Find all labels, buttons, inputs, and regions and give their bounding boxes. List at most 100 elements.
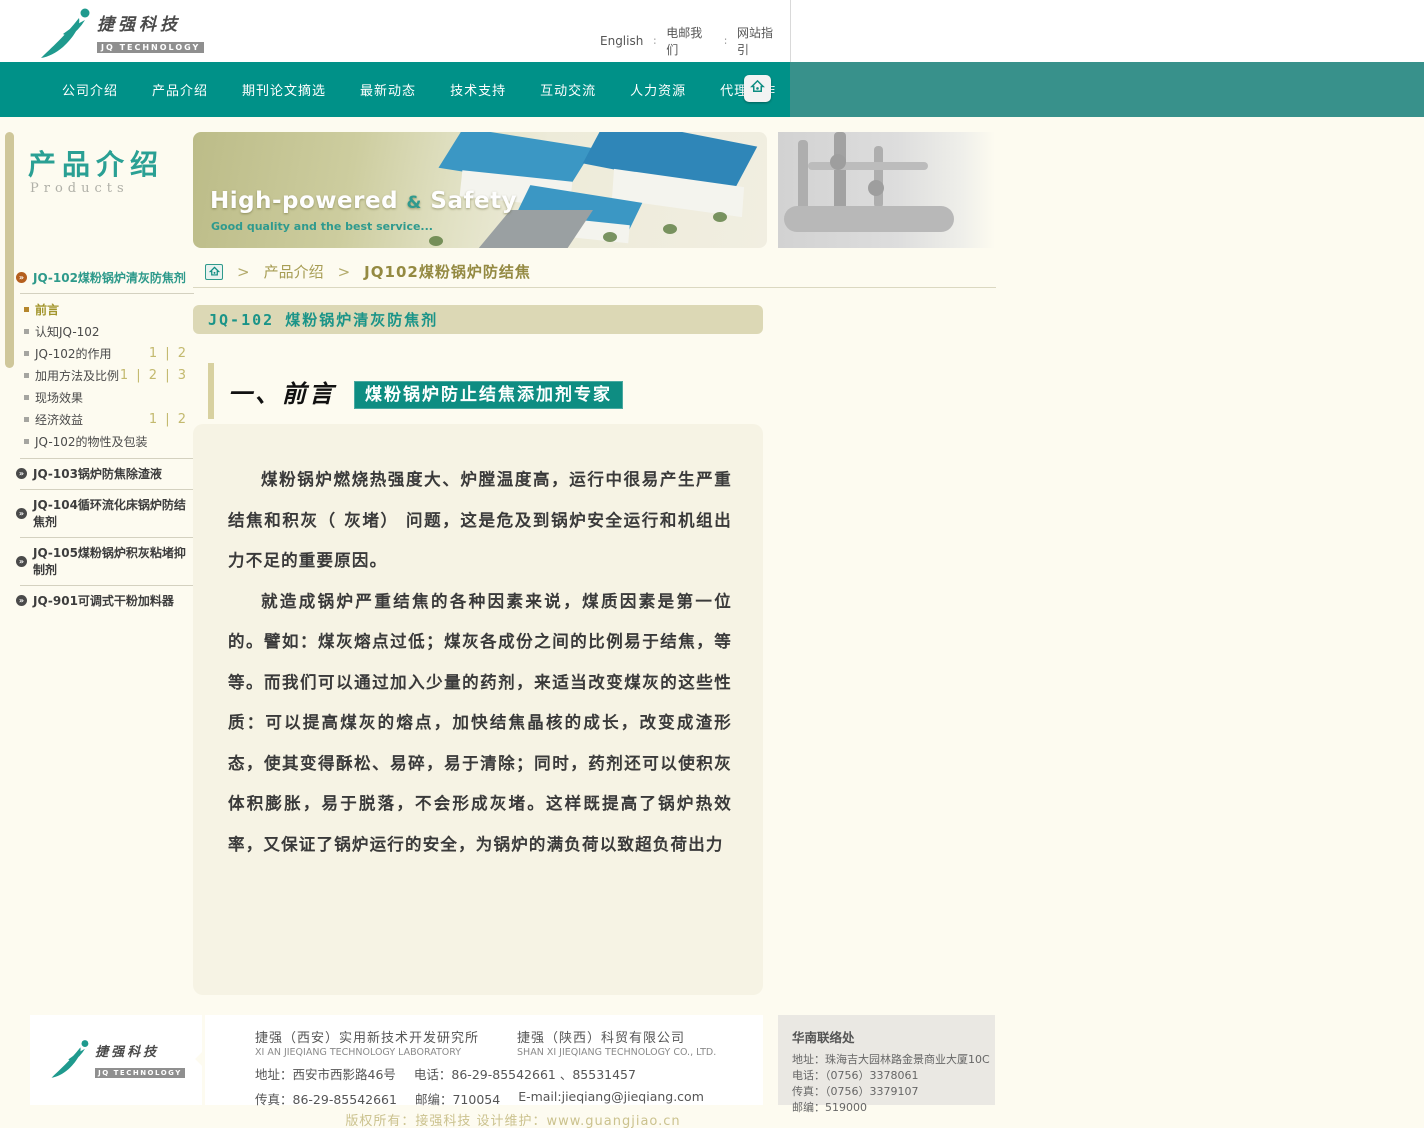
submenu-item-properties[interactable]: JQ-102的物性及包装 — [24, 430, 194, 452]
sidebar-item-label: JQ-102煤粉锅炉清灰防焦剂 — [33, 269, 186, 286]
submenu-item-usage[interactable]: 加用方法及比例 1 | 2 | 3 — [24, 364, 194, 386]
link-email-us[interactable]: 电邮我们 — [666, 24, 714, 58]
breadcrumb-home-button[interactable] — [205, 264, 223, 280]
brand-name-cn: 捷强科技 — [97, 10, 204, 35]
jq102-submenu: 前言 认知JQ-102 JQ-102的作用 1 | 2 加用方法及比例 1 | … — [14, 294, 194, 458]
sidebar-item-jq103[interactable]: » JQ-103锅炉防焦除渣液 — [14, 459, 194, 489]
square-bullet-icon — [24, 373, 29, 378]
breadcrumb-separator: > — [338, 263, 351, 281]
company-1: 捷强（西安）实用新技术开发研究所 XI AN JIEQIANG TECHNOLO… — [255, 1027, 479, 1058]
sidebar-title: 产品介绍 — [28, 143, 164, 183]
footer-fax: 传真：86-29-85542661 — [255, 1089, 397, 1108]
submenu-item-know-jq102[interactable]: 认知JQ-102 — [24, 320, 194, 342]
nav-item-news[interactable]: 最新动态 — [360, 80, 416, 99]
brand-text: 捷强科技 JQ TECHNOLOGY — [97, 10, 204, 54]
home-button[interactable] — [744, 75, 771, 102]
nav-item-hr[interactable]: 人力资源 — [630, 80, 686, 99]
sidebar-item-label: JQ-103锅炉防焦除渣液 — [33, 465, 162, 482]
utility-links: English ∶ 电邮我们 ∶ 网站指引 — [600, 24, 785, 58]
breadcrumb-products[interactable]: 产品介绍 — [264, 261, 324, 282]
banner-headline: High-powered & Safety — [210, 188, 517, 214]
submenu-item-function[interactable]: JQ-102的作用 1 | 2 — [24, 342, 194, 364]
brand-name-en: JQ TECHNOLOGY — [97, 42, 204, 53]
submenu-label: 前言 — [35, 301, 59, 318]
banner-tree — [713, 212, 727, 222]
link-separator: ∶ — [724, 35, 727, 48]
submenu-item-foreword[interactable]: 前言 — [24, 298, 194, 320]
nav-item-company[interactable]: 公司介绍 — [62, 80, 118, 99]
footer-phone: 电话：86-29-85542661 、85531457 — [414, 1064, 636, 1083]
section-heading: 一、前言 — [228, 374, 336, 409]
south-office-address: 地址：珠海吉大园林路金景商业大厦10C — [792, 1052, 995, 1068]
link-sitemap[interactable]: 网站指引 — [737, 24, 785, 58]
company-2-en: SHAN XI JIEQIANG TECHNOLOGY CO., LTD. — [517, 1047, 716, 1058]
banner-tree — [603, 232, 617, 242]
sidebar-menu: » JQ-102煤粉锅炉清灰防焦剂 前言 认知JQ-102 JQ-102的作用 … — [14, 263, 194, 616]
submenu-label: 经济效益 — [35, 411, 83, 428]
top-header: 捷强科技 JQ TECHNOLOGY English ∶ 电邮我们 ∶ 网站指引 — [0, 0, 1424, 62]
breadcrumb-separator: > — [237, 263, 250, 281]
footer-company-info: 捷强（西安）实用新技术开发研究所 XI AN JIEQIANG TECHNOLO… — [205, 1015, 763, 1105]
square-bullet-icon — [24, 395, 29, 400]
home-icon — [750, 79, 765, 98]
pagination-links[interactable]: 1 | 2 — [149, 346, 188, 361]
sidebar-item-label: JQ-105煤粉锅炉积灰粘堵抑制剂 — [33, 544, 194, 578]
footer-brand-text: 捷强科技 JQ TECHNOLOGY — [95, 1041, 185, 1079]
brand-name-en: JQ TECHNOLOGY — [95, 1068, 185, 1078]
company-1-cn: 捷强（西安）实用新技术开发研究所 — [255, 1027, 479, 1046]
hero-banner: High-powered & Safety Good quality and t… — [193, 132, 767, 248]
main-navbar: 公司介绍 产品介绍 期刊论文摘选 最新动态 技术支持 互动交流 人力资源 代理合… — [0, 62, 1424, 117]
nav-menu: 公司介绍 产品介绍 期刊论文摘选 最新动态 技术支持 互动交流 人力资源 代理合… — [62, 62, 776, 117]
pipe-shape — [798, 140, 808, 210]
pipe-shape — [784, 206, 954, 232]
submenu-item-field-results[interactable]: 现场效果 — [24, 386, 194, 408]
square-bullet-icon — [24, 417, 29, 422]
banner-tree — [429, 236, 443, 246]
footer-email: E-mail:jieqiang@jieqiang.com — [518, 1089, 704, 1108]
nav-item-journal[interactable]: 期刊论文摘选 — [242, 80, 326, 99]
breadcrumb-current[interactable]: JQ102煤粉锅炉防结焦 — [364, 261, 531, 282]
nav-item-support[interactable]: 技术支持 — [450, 80, 506, 99]
footer-zip: 邮编：710054 — [415, 1089, 500, 1108]
arrow-bullet-icon: » — [16, 556, 27, 567]
banner-tree — [663, 224, 677, 234]
submenu-label: JQ-102的物性及包装 — [35, 433, 148, 450]
pipe-shape — [834, 132, 846, 216]
footer-address: 地址：西安市西影路46号 — [255, 1064, 396, 1083]
submenu-label: 现场效果 — [35, 389, 83, 406]
expert-badge: 煤粉锅炉防止结焦添加剂专家 — [354, 381, 623, 409]
brand-logo[interactable]: 捷强科技 JQ TECHNOLOGY — [35, 3, 235, 61]
sidebar-item-jq102[interactable]: » JQ-102煤粉锅炉清灰防焦剂 — [14, 263, 194, 293]
arrow-bullet-icon: » — [16, 272, 27, 283]
submenu-label: JQ-102的作用 — [35, 345, 112, 362]
brand-swoosh-icon — [47, 1036, 91, 1084]
header-divider — [790, 0, 791, 62]
nav-item-products[interactable]: 产品介绍 — [152, 80, 208, 99]
submenu-label: 加用方法及比例 — [35, 367, 119, 384]
sidebar-item-jq104[interactable]: » JQ-104循环流化床锅炉防结焦剂 — [14, 490, 194, 537]
square-bullet-icon — [24, 439, 29, 444]
navbar-right-segment — [790, 62, 1424, 117]
brand-name-cn: 捷强科技 — [95, 1041, 185, 1060]
south-office-title: 华南联络处 — [792, 1027, 995, 1046]
machinery-image — [778, 132, 995, 248]
nav-item-interaction[interactable]: 互动交流 — [540, 80, 596, 99]
page-title-bar: JQ-102 煤粉锅炉清灰防焦剂 — [193, 305, 763, 334]
sidebar-item-jq105[interactable]: » JQ-105煤粉锅炉积灰粘堵抑制剂 — [14, 538, 194, 585]
footer-south-office: 华南联络处 地址：珠海吉大园林路金景商业大厦10C 电话：（0756）33780… — [778, 1015, 995, 1105]
section-accent-bar — [208, 363, 214, 419]
valve-shape — [830, 154, 846, 170]
south-office-phone: 电话：（0756）3378061 — [792, 1068, 995, 1084]
submenu-label: 认知JQ-102 — [35, 323, 100, 340]
company-2: 捷强（陕西）科贸有限公司 SHAN XI JIEQIANG TECHNOLOGY… — [517, 1027, 716, 1058]
footer-logo-box: 捷强科技 JQ TECHNOLOGY — [30, 1015, 202, 1105]
pagination-links[interactable]: 1 | 2 — [149, 412, 188, 427]
submenu-item-economics[interactable]: 经济效益 1 | 2 — [24, 408, 194, 430]
banner-ampersand: & — [407, 193, 422, 213]
sidebar-item-jq901[interactable]: » JQ-901可调式干粉加料器 — [14, 586, 194, 616]
pagination-links[interactable]: 1 | 2 | 3 — [120, 368, 188, 383]
link-english[interactable]: English — [600, 34, 643, 48]
sidebar-subtitle: Products — [30, 181, 129, 196]
arrow-bullet-icon: » — [16, 595, 27, 606]
arrow-bullet-icon: » — [16, 468, 27, 479]
